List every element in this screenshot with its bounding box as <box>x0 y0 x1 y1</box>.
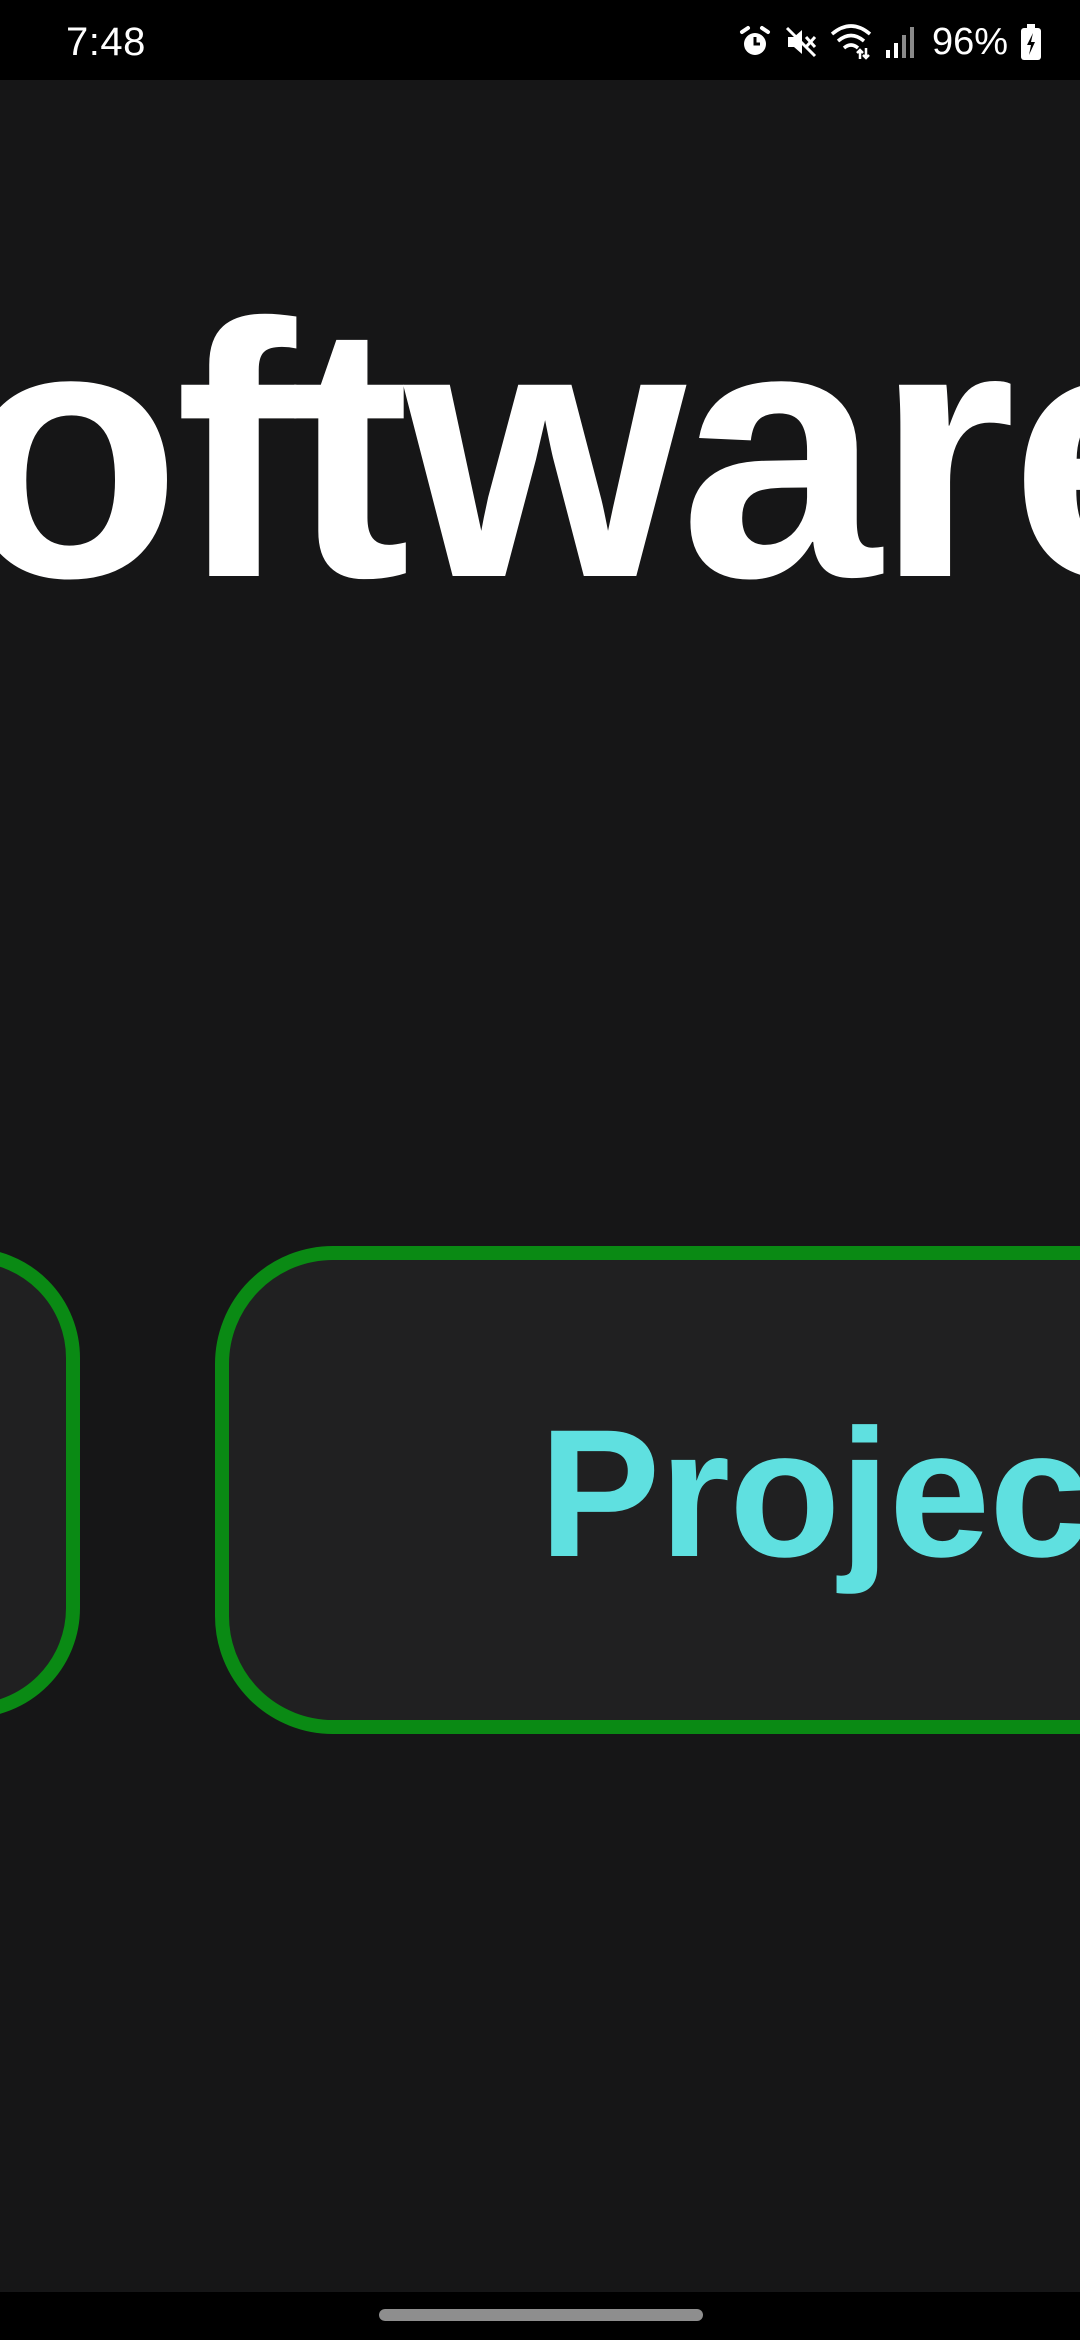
previous-card-button[interactable] <box>0 1248 80 1718</box>
mute-icon <box>784 25 818 59</box>
home-gesture-handle[interactable] <box>379 2309 703 2321</box>
status-time: 7:48 <box>66 20 146 64</box>
projects-button-label: Project <box>539 1391 1080 1595</box>
wifi-icon <box>830 24 872 60</box>
signal-icon <box>884 26 914 58</box>
battery-percent: 96% <box>931 21 1008 63</box>
projects-button[interactable]: Project <box>215 1246 1080 1734</box>
status-icons: 96% <box>738 20 1042 64</box>
battery-charging-icon <box>1020 24 1042 60</box>
page-headline: oftware <box>0 248 1080 653</box>
status-bar: 7:48 96% <box>0 0 1080 80</box>
alarm-icon <box>738 25 772 59</box>
app-screen: 7:48 96% oftwar Projec <box>0 0 1080 2340</box>
